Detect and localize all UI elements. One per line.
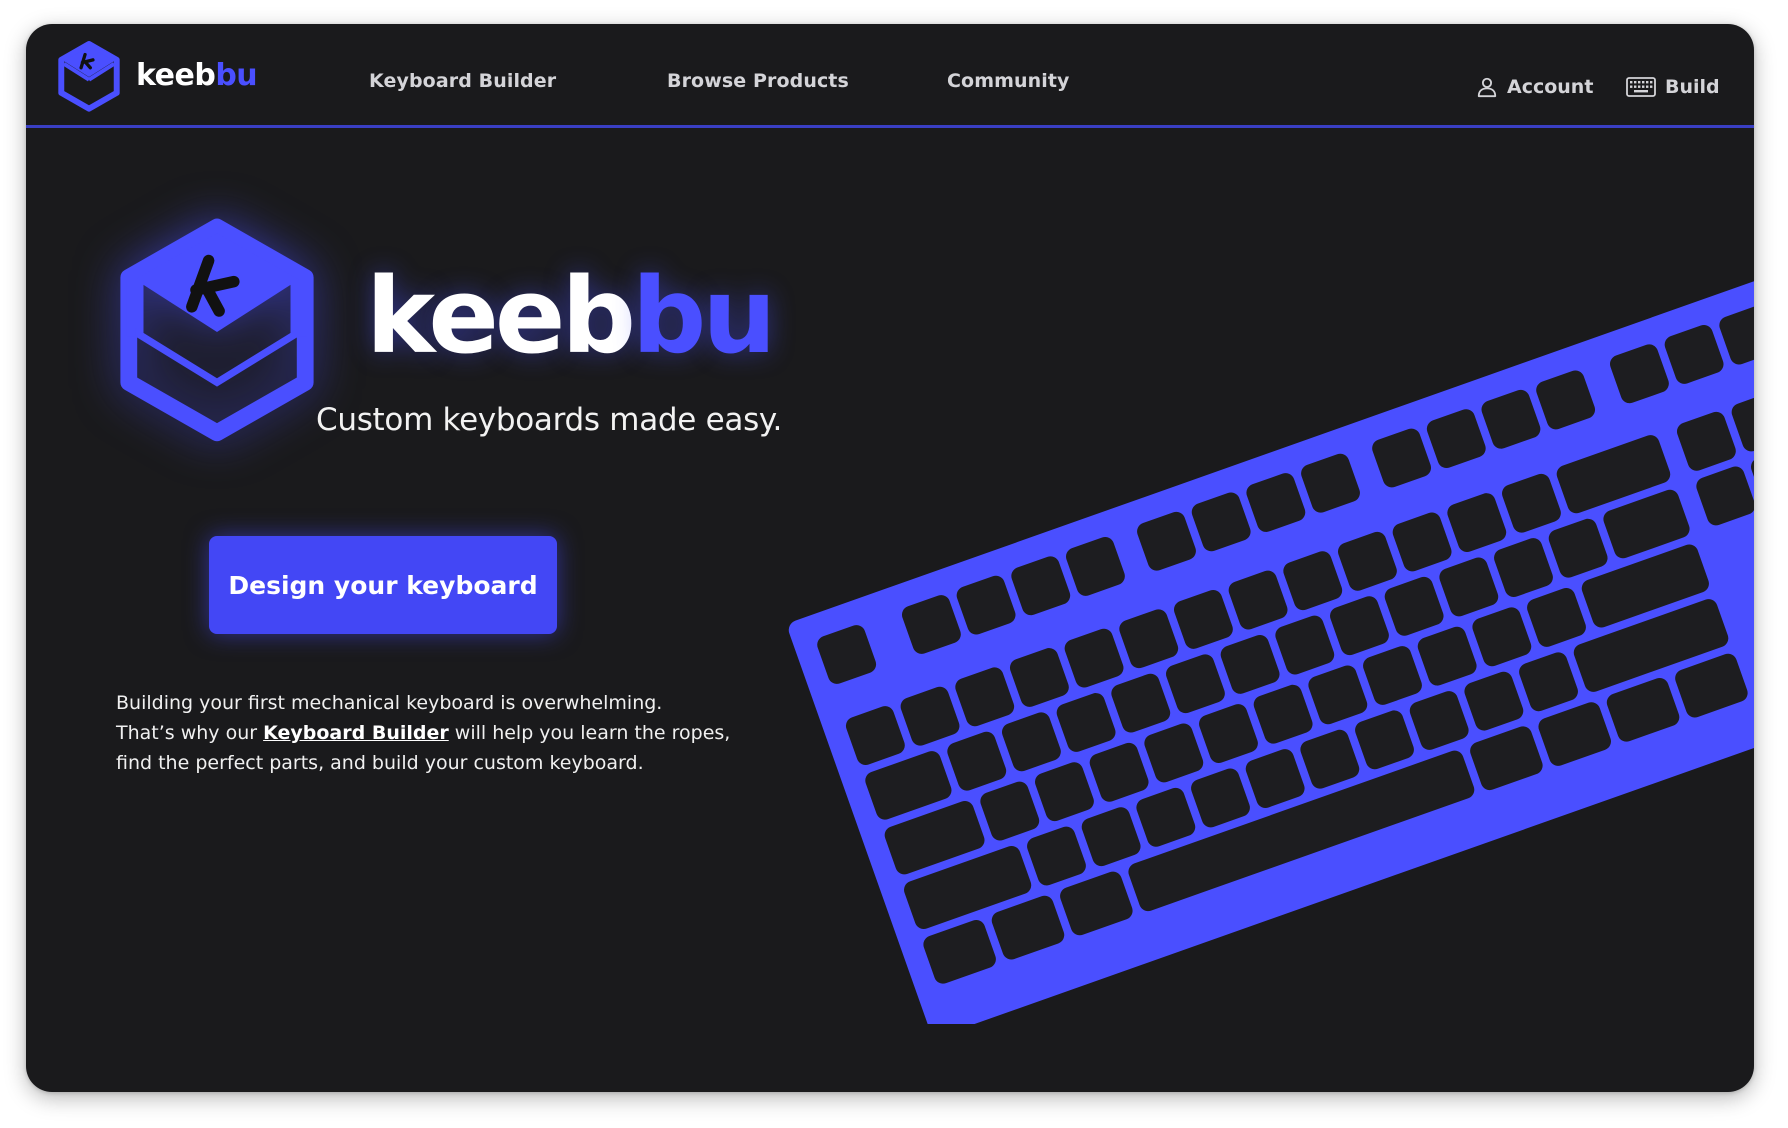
hero-wordmark: keebbu xyxy=(366,264,776,368)
hero-description: Building your first mechanical keyboard … xyxy=(116,688,736,778)
nav-link-community[interactable]: Community xyxy=(947,70,1070,92)
build-label: Build xyxy=(1665,76,1720,98)
brand-word-part2: bu xyxy=(215,57,258,93)
description-line-2-end: will help you learn the ropes, xyxy=(448,722,731,744)
keyboard-builder-link[interactable]: Keyboard Builder xyxy=(263,722,449,744)
keebbu-logo-icon xyxy=(58,41,120,112)
keyboard-illustration-svg xyxy=(788,252,1754,1024)
design-your-keyboard-button[interactable]: Design your keyboard xyxy=(209,536,557,634)
build-link[interactable]: Build xyxy=(1626,76,1720,98)
account-label: Account xyxy=(1507,76,1594,98)
keyboard-icon xyxy=(1626,77,1656,97)
brand-wordmark: keebbu xyxy=(136,57,258,93)
brand-home-link[interactable]: keebbu xyxy=(56,40,258,114)
app-window: keebbu Keyboard Builder Browse Products … xyxy=(26,24,1754,1092)
keyboard-illustration xyxy=(746,224,1754,1024)
keebbu-hero-logo-icon xyxy=(120,218,314,442)
hero-tagline: Custom keyboards made easy. xyxy=(316,402,783,438)
brand-word-part1: keeb xyxy=(136,57,216,93)
description-line-1: Building your first mechanical keyboard … xyxy=(116,692,663,714)
description-line-2-start: That’s why our xyxy=(116,722,264,744)
nav-link-keyboard-builder[interactable]: Keyboard Builder xyxy=(369,70,556,92)
user-icon xyxy=(1477,77,1497,98)
hero-word-part1: keeb xyxy=(366,255,636,377)
top-navbar: keebbu Keyboard Builder Browse Products … xyxy=(26,24,1754,128)
nav-link-browse-products[interactable]: Browse Products xyxy=(667,70,849,92)
description-line-2: That’s why our Keyboard Builder will hel… xyxy=(116,718,736,748)
description-line-3: find the perfect parts, and build your c… xyxy=(116,752,644,774)
account-link[interactable]: Account xyxy=(1476,76,1593,98)
